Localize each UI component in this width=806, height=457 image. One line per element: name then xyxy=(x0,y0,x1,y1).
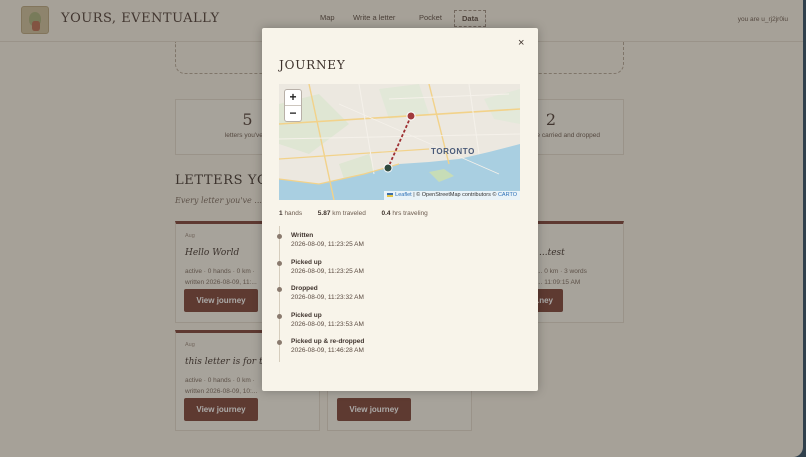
timeline-event: Dropped xyxy=(291,285,318,292)
map-attribution: Leaflet | © OpenStreetMap contributors ©… xyxy=(384,191,520,200)
zoom-control: + − xyxy=(284,89,302,122)
modal-title: JOURNEY xyxy=(279,58,346,72)
leaflet-link[interactable]: Leaflet xyxy=(395,192,412,198)
map-city-label: TORONTO xyxy=(431,147,475,156)
timeline-time: 2026-08-09, 11:23:53 AM xyxy=(291,321,364,328)
timeline-event: Picked up & re-dropped xyxy=(291,338,365,345)
timeline-dot xyxy=(277,314,282,319)
timeline-time: 2026-08-09, 11:23:25 AM xyxy=(291,241,364,248)
journey-modal: × JOURNEY TORONTO + − Leaflet | © OpenSt… xyxy=(262,28,538,391)
hands-label: hands xyxy=(284,210,303,217)
zoom-in-button[interactable]: + xyxy=(285,90,301,106)
timeline-event: Picked up xyxy=(291,312,322,319)
journey-stats: 1 hands 5.87 km traveled 0.4 hrs traveli… xyxy=(279,210,428,217)
timeline-time: 2026-08-09, 11:23:32 AM xyxy=(291,294,364,301)
zoom-out-button[interactable]: − xyxy=(285,106,301,122)
hrs-label: hrs traveling xyxy=(392,210,428,217)
journey-map[interactable]: TORONTO + − Leaflet | © OpenStreetMap co… xyxy=(279,84,520,200)
timeline-dot xyxy=(277,261,282,266)
map-tiles xyxy=(279,84,520,200)
flag-icon xyxy=(387,192,394,197)
timeline-event: Picked up xyxy=(291,259,322,266)
km-value: 5.87 xyxy=(317,210,331,217)
close-icon[interactable]: × xyxy=(518,37,524,49)
timeline-dot xyxy=(277,287,282,292)
timeline-dot xyxy=(277,340,282,345)
timeline-dot xyxy=(277,234,282,239)
timeline-time: 2026-08-09, 11:23:25 AM xyxy=(291,268,364,275)
hands-value: 1 xyxy=(279,210,283,217)
km-label: km traveled xyxy=(332,210,366,217)
timeline-event: Written xyxy=(291,232,314,239)
journey-timeline: Written 2026-08-09, 11:23:25 AM Picked u… xyxy=(277,226,519,362)
hrs-value: 0.4 xyxy=(381,210,391,217)
timeline-time: 2026-08-09, 11:46:28 AM xyxy=(291,347,364,354)
osm-attribution: | © OpenStreetMap contributors © xyxy=(411,192,498,198)
carto-link[interactable]: CARTO xyxy=(498,192,517,198)
